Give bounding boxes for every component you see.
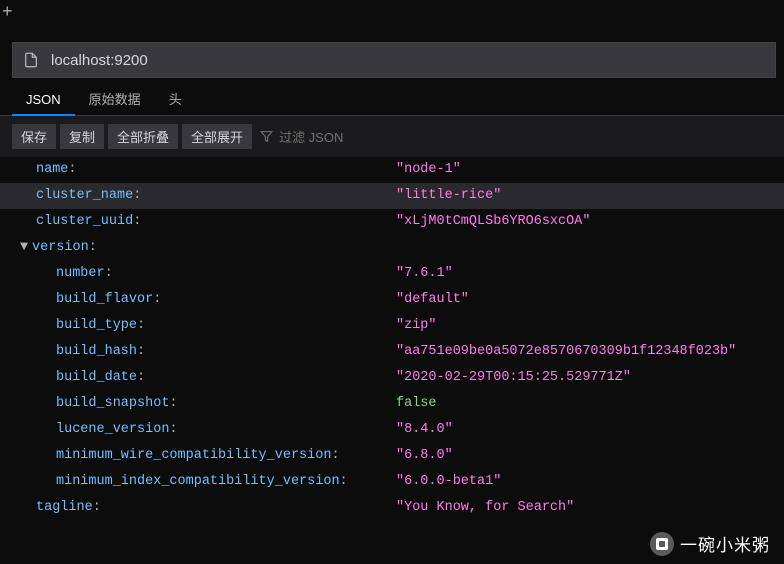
json-key[interactable]: minimum_wire_compatibility_version: [56, 443, 331, 469]
json-tree: name:"node-1" cluster_name:"little-rice"…: [0, 157, 784, 531]
json-key[interactable]: name: [36, 157, 68, 183]
wechat-icon: [650, 532, 674, 556]
json-key[interactable]: minimum_index_compatibility_version: [56, 469, 340, 495]
json-key[interactable]: build_type: [56, 313, 137, 339]
json-value: "xLjM0tCmQLSb6YRO6sxcOA": [396, 209, 590, 235]
save-button[interactable]: 保存: [12, 124, 56, 149]
funnel-icon: [260, 130, 273, 143]
json-key[interactable]: version: [32, 235, 89, 261]
filter-placeholder: 过滤 JSON: [279, 127, 343, 146]
address-bar[interactable]: localhost:9200: [12, 42, 776, 78]
json-value: "little-rice": [396, 183, 501, 209]
collapse-toggle-icon[interactable]: ▼: [16, 235, 32, 261]
tab-json[interactable]: JSON: [12, 86, 75, 116]
filter-json[interactable]: 过滤 JSON: [260, 127, 343, 146]
json-value: "default": [396, 287, 469, 313]
json-key[interactable]: build_flavor: [56, 287, 153, 313]
json-value: false: [396, 391, 437, 417]
json-key[interactable]: tagline: [36, 495, 93, 521]
url-text: localhost:9200: [51, 52, 148, 69]
json-value: "7.6.1": [396, 261, 453, 287]
json-key[interactable]: lucene_version: [56, 417, 169, 443]
json-value: "6.0.0-beta1": [396, 469, 501, 495]
tab-raw-data[interactable]: 原始数据: [75, 83, 155, 115]
json-value: "node-1": [396, 157, 461, 183]
view-tabs: JSON 原始数据 头: [0, 86, 784, 116]
json-key[interactable]: build_hash: [56, 339, 137, 365]
json-value: "You Know, for Search": [396, 495, 574, 521]
expand-all-button[interactable]: 全部展开: [182, 124, 252, 149]
json-value: "2020-02-29T00:15:25.529771Z": [396, 365, 631, 391]
tab-headers[interactable]: 头: [155, 83, 196, 115]
json-value: "aa751e09be0a5072e8570670309b1f12348f023…: [396, 339, 736, 365]
json-value: "8.4.0": [396, 417, 453, 443]
watermark: 一碗小米粥: [650, 531, 770, 556]
watermark-text: 一碗小米粥: [680, 531, 770, 556]
json-key[interactable]: build_snapshot: [56, 391, 169, 417]
copy-button[interactable]: 复制: [60, 124, 104, 149]
json-key[interactable]: build_date: [56, 365, 137, 391]
json-key[interactable]: cluster_uuid: [36, 209, 133, 235]
json-toolbar: 保存 复制 全部折叠 全部展开 过滤 JSON: [0, 116, 784, 157]
json-key[interactable]: number: [56, 261, 105, 287]
file-icon: [23, 52, 39, 68]
new-tab-icon[interactable]: +: [2, 2, 13, 20]
json-value: "zip": [396, 313, 437, 339]
json-key[interactable]: cluster_name: [36, 183, 133, 209]
json-value: "6.8.0": [396, 443, 453, 469]
collapse-all-button[interactable]: 全部折叠: [108, 124, 178, 149]
